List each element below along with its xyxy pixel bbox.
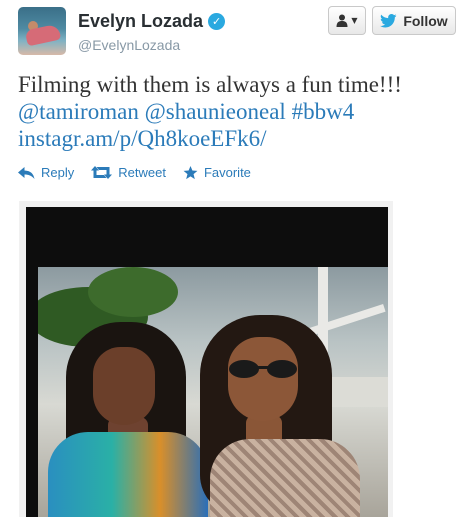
tweet-text-line2: @tamiroman @shaunieoneal #bbw4 bbox=[18, 98, 458, 125]
hashtag-bbw4[interactable]: #bbw4 bbox=[292, 99, 355, 124]
star-icon bbox=[183, 165, 198, 179]
reply-label: Reply bbox=[41, 165, 75, 180]
avatar[interactable] bbox=[18, 7, 66, 55]
chevron-down-icon: ▼ bbox=[351, 16, 358, 25]
mention-tamiroman[interactable]: @tamiroman bbox=[18, 99, 139, 124]
user-actions-dropdown[interactable]: ▼ bbox=[328, 6, 366, 35]
person-right-top bbox=[210, 439, 360, 517]
tweet-photo[interactable] bbox=[26, 207, 388, 517]
user-handle[interactable]: @EvelynLozada bbox=[78, 37, 180, 53]
media-frame bbox=[19, 201, 393, 517]
favorite-label: Favorite bbox=[203, 165, 251, 180]
favorite-action[interactable]: Favorite bbox=[183, 165, 251, 180]
sunglasses bbox=[229, 360, 297, 378]
person-left-face bbox=[93, 347, 155, 425]
instagram-link[interactable]: instagr.am/p/Qh8koeEFk6/ bbox=[18, 126, 267, 151]
follow-button[interactable]: Follow bbox=[372, 6, 456, 35]
tweet-text-line1: Filming with them is always a fun time!!… bbox=[18, 72, 402, 97]
reply-icon bbox=[18, 166, 35, 179]
name-row: Evelyn Lozada ✓ bbox=[78, 11, 226, 32]
tweet-card: Evelyn Lozada ✓ @EvelynLozada ▼ Follow F… bbox=[0, 0, 468, 517]
photo-scene bbox=[38, 267, 388, 517]
twitter-bird-icon bbox=[380, 13, 397, 27]
user-icon bbox=[336, 14, 348, 27]
follow-label: Follow bbox=[403, 12, 448, 29]
palm-foliage bbox=[88, 267, 178, 317]
retweet-label: Retweet bbox=[118, 165, 166, 180]
tweet-actions: Reply Retweet Favorite bbox=[18, 165, 268, 180]
display-name[interactable]: Evelyn Lozada bbox=[78, 11, 203, 32]
verified-icon: ✓ bbox=[208, 13, 226, 30]
person-right-face bbox=[228, 337, 298, 421]
retweet-icon bbox=[91, 166, 113, 179]
retweet-action[interactable]: Retweet bbox=[91, 165, 166, 180]
mention-shaunieoneal[interactable]: @shaunieoneal bbox=[145, 99, 286, 124]
tweet-text-line3: instagr.am/p/Qh8koeEFk6/ bbox=[18, 125, 458, 152]
reply-action[interactable]: Reply bbox=[18, 165, 74, 180]
tweet-text: Filming with them is always a fun time!!… bbox=[18, 71, 458, 152]
person-left-dress bbox=[48, 432, 208, 517]
